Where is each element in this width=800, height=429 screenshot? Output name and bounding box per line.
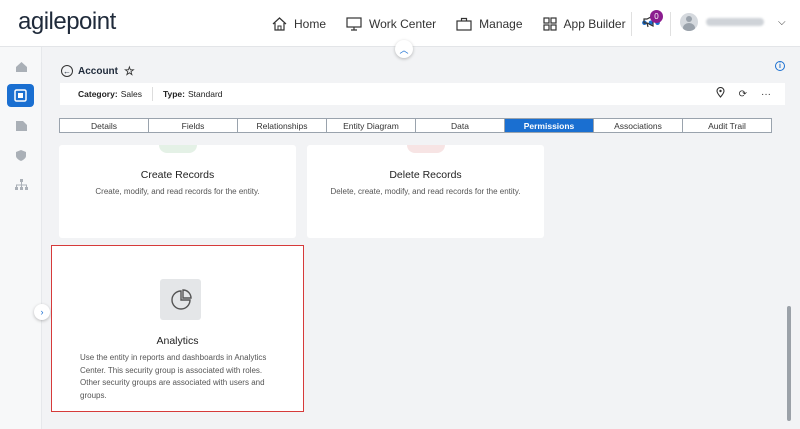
nav-divider: [670, 12, 671, 36]
pie-chart-icon: [170, 288, 192, 310]
entity-title: Account: [78, 65, 118, 77]
nav-manage-label: Manage: [479, 16, 523, 31]
vertical-scrollbar[interactable]: [787, 306, 791, 421]
nav-manage[interactable]: Manage: [456, 16, 523, 31]
tab-relationships[interactable]: Relationships: [238, 119, 327, 132]
user-name-blurred: [706, 18, 764, 26]
type-value: Standard: [188, 89, 223, 99]
nav-app-builder-label: App Builder: [563, 16, 626, 31]
tab-data[interactable]: Data: [416, 119, 505, 132]
avatar: [680, 13, 698, 31]
category-label: Category:: [78, 89, 118, 99]
nav-divider: [631, 12, 632, 36]
analytics-description: Use the entity in reports and dashboards…: [80, 353, 267, 400]
shield-icon: [16, 149, 26, 161]
hierarchy-icon: [14, 178, 28, 190]
more-options-icon[interactable]: ···: [761, 89, 771, 100]
entity-tabs: Details Fields Relationships Entity Diag…: [59, 118, 772, 133]
tab-details[interactable]: Details: [60, 119, 149, 132]
collapse-header-button[interactable]: ︿: [395, 40, 413, 58]
analytics-card[interactable]: Analytics Use the entity in reports and …: [51, 245, 304, 412]
entity-icon: [14, 89, 27, 102]
nav-work-center[interactable]: Work Center: [346, 17, 436, 31]
tab-associations[interactable]: Associations: [594, 119, 683, 132]
meta-divider: [151, 87, 153, 101]
grid-icon: [542, 16, 557, 31]
monitor-icon: [346, 16, 362, 31]
create-records-icon: [159, 145, 197, 153]
notification-badge: 0: [650, 10, 663, 23]
agilepoint-logo[interactable]: agilepoint: [18, 8, 116, 36]
favorite-star-icon[interactable]: ☆: [124, 64, 135, 78]
analytics-title: Analytics: [156, 335, 199, 347]
left-sidebar: [0, 47, 42, 429]
sidebar-item-import[interactable]: [12, 117, 30, 135]
category-value: Sales: [120, 89, 142, 99]
info-icon[interactable]: i: [775, 61, 785, 71]
sidebar-item-home[interactable]: [12, 58, 30, 76]
chevron-down-icon: ⌵: [778, 16, 786, 28]
home-icon: [272, 16, 287, 31]
tab-permissions[interactable]: Permissions: [505, 119, 594, 132]
type-label: Type:: [162, 89, 185, 99]
tab-entity-diagram[interactable]: Entity Diagram: [327, 119, 416, 132]
entity-meta-row: Category: Sales Type: Standard ⟳ ···: [60, 83, 785, 105]
sidebar-item-security[interactable]: [12, 146, 30, 164]
home-icon: [15, 62, 27, 72]
briefcase-icon: [456, 17, 472, 31]
chevron-right-icon: ›: [40, 307, 44, 317]
nav-home-label: Home: [294, 16, 327, 31]
main-nav: Home Work Center Manage App Builder •••: [272, 0, 661, 47]
delete-records-title: Delete Records: [389, 169, 462, 181]
delete-records-card[interactable]: Delete Records Delete, create, modify, a…: [307, 145, 544, 238]
user-menu[interactable]: ⌵: [680, 13, 786, 31]
tab-fields[interactable]: Fields: [149, 119, 238, 132]
expand-sidebar-button[interactable]: ›: [34, 304, 50, 320]
back-arrow-icon[interactable]: ←: [61, 65, 73, 77]
tab-audit-trail[interactable]: Audit Trail: [683, 119, 771, 132]
refresh-icon[interactable]: ⟳: [739, 89, 747, 100]
analytics-icon-tile: [160, 279, 201, 320]
chevron-up-icon: ︿: [399, 44, 409, 55]
notifications-button[interactable]: 0: [642, 10, 663, 34]
delete-records-icon: [407, 145, 445, 153]
create-records-card[interactable]: Create Records Create, modify, and read …: [59, 145, 296, 238]
sidebar-item-entities[interactable]: [7, 84, 34, 107]
nav-work-center-label: Work Center: [369, 16, 437, 31]
delete-records-description: Delete, create, modify, and read records…: [330, 187, 521, 196]
entity-title-row: ← Account ☆: [61, 64, 135, 78]
location-pin-icon[interactable]: [716, 86, 725, 101]
create-records-description: Create, modify, and read records for the…: [95, 187, 260, 196]
nav-home[interactable]: Home: [272, 17, 326, 31]
create-records-title: Create Records: [140, 169, 215, 181]
sidebar-item-hierarchy[interactable]: [12, 175, 30, 193]
nav-app-builder[interactable]: App Builder: [542, 16, 626, 31]
document-import-icon: [15, 121, 27, 131]
meta-actions: ⟳ ···: [702, 83, 771, 105]
